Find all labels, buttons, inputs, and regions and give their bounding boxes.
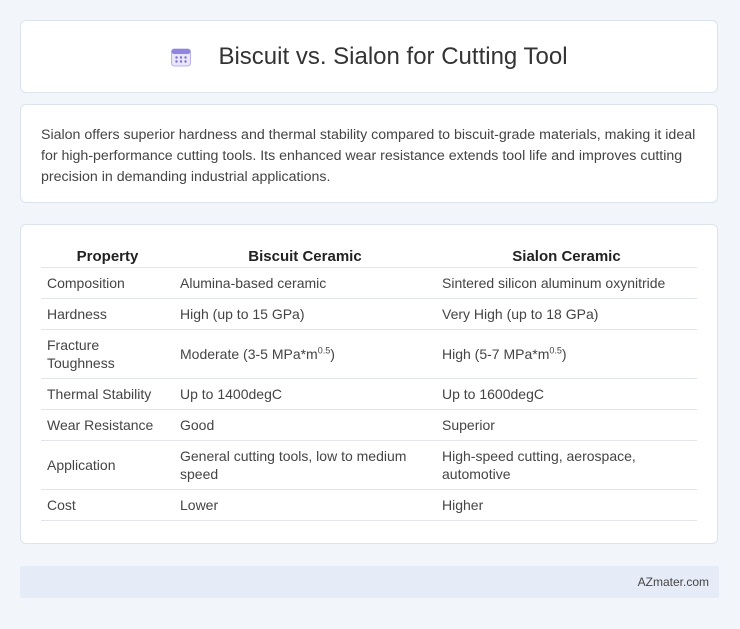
property-cell: Composition — [41, 267, 174, 299]
column-header-property: Property — [41, 245, 174, 268]
biscuit-cell: Moderate (3-5 MPa*m0.5) — [174, 329, 436, 379]
exponent: 0.5 — [317, 345, 331, 356]
footer-brand: AZmater.com — [637, 575, 709, 589]
sialon-cell: Higher — [436, 489, 697, 521]
summary-text: Sialon offers superior hardness and ther… — [41, 127, 696, 185]
biscuit-value-close: ) — [330, 346, 335, 362]
sialon-cell: Superior — [436, 409, 697, 441]
sialon-cell: Very High (up to 18 GPa) — [436, 298, 697, 330]
table-row: Wear Resistance Good Superior — [41, 409, 697, 441]
sialon-cell: High (5-7 MPa*m0.5) — [436, 329, 697, 379]
page-title-text: Biscuit vs. Sialon for Cutting Tool — [218, 42, 568, 70]
sialon-cell: High-speed cutting, aerospace, automotiv… — [436, 440, 697, 490]
property-cell: Application — [41, 440, 174, 490]
biscuit-cell: High (up to 15 GPa) — [174, 298, 436, 330]
column-header-sialon: Sialon Ceramic — [436, 245, 697, 268]
sialon-cell: Sintered silicon aluminum oxynitride — [436, 267, 697, 299]
biscuit-cell: Lower — [174, 489, 436, 521]
column-header-biscuit: Biscuit Ceramic — [174, 245, 436, 268]
calendar-icon — [170, 46, 192, 68]
biscuit-cell: Good — [174, 409, 436, 441]
sialon-value-close: ) — [561, 346, 567, 362]
comparison-table: Property Biscuit Ceramic Sialon Ceramic … — [41, 245, 697, 521]
property-cell: Thermal Stability — [41, 378, 174, 410]
biscuit-cell: General cutting tools, low to medium spe… — [174, 440, 436, 490]
table-row: Hardness High (up to 15 GPa) Very High (… — [41, 298, 697, 330]
exponent: 0.5 — [549, 345, 562, 356]
biscuit-cell: Up to 1400degC — [174, 378, 436, 410]
sialon-value: High (5-7 MPa*m — [442, 346, 550, 362]
table-row: Cost Lower Higher — [41, 489, 697, 521]
page-title: Biscuit vs. Sialon for Cutting Tool — [170, 42, 568, 71]
table-row: Composition Alumina-based ceramic Sinter… — [41, 267, 697, 299]
property-cell: Fracture Toughness — [41, 329, 174, 379]
footer-bar: AZmater.com — [20, 566, 719, 598]
property-cell: Hardness — [41, 298, 174, 330]
table-header-row: Property Biscuit Ceramic Sialon Ceramic — [41, 245, 697, 268]
table-row: Fracture Toughness Moderate (3-5 MPa*m0.… — [41, 329, 697, 379]
sialon-cell: Up to 1600degC — [436, 378, 697, 410]
comparison-card: Property Biscuit Ceramic Sialon Ceramic … — [20, 224, 718, 544]
property-cell: Wear Resistance — [41, 409, 174, 441]
biscuit-cell: Alumina-based ceramic — [174, 267, 436, 299]
table-row: Thermal Stability Up to 1400degC Up to 1… — [41, 378, 697, 410]
biscuit-value: Moderate (3-5 MPa*m — [180, 346, 318, 362]
summary-card: Sialon offers superior hardness and ther… — [20, 104, 718, 203]
table-row: Application General cutting tools, low t… — [41, 440, 697, 490]
property-cell: Cost — [41, 489, 174, 521]
title-card: Biscuit vs. Sialon for Cutting Tool — [20, 20, 718, 93]
